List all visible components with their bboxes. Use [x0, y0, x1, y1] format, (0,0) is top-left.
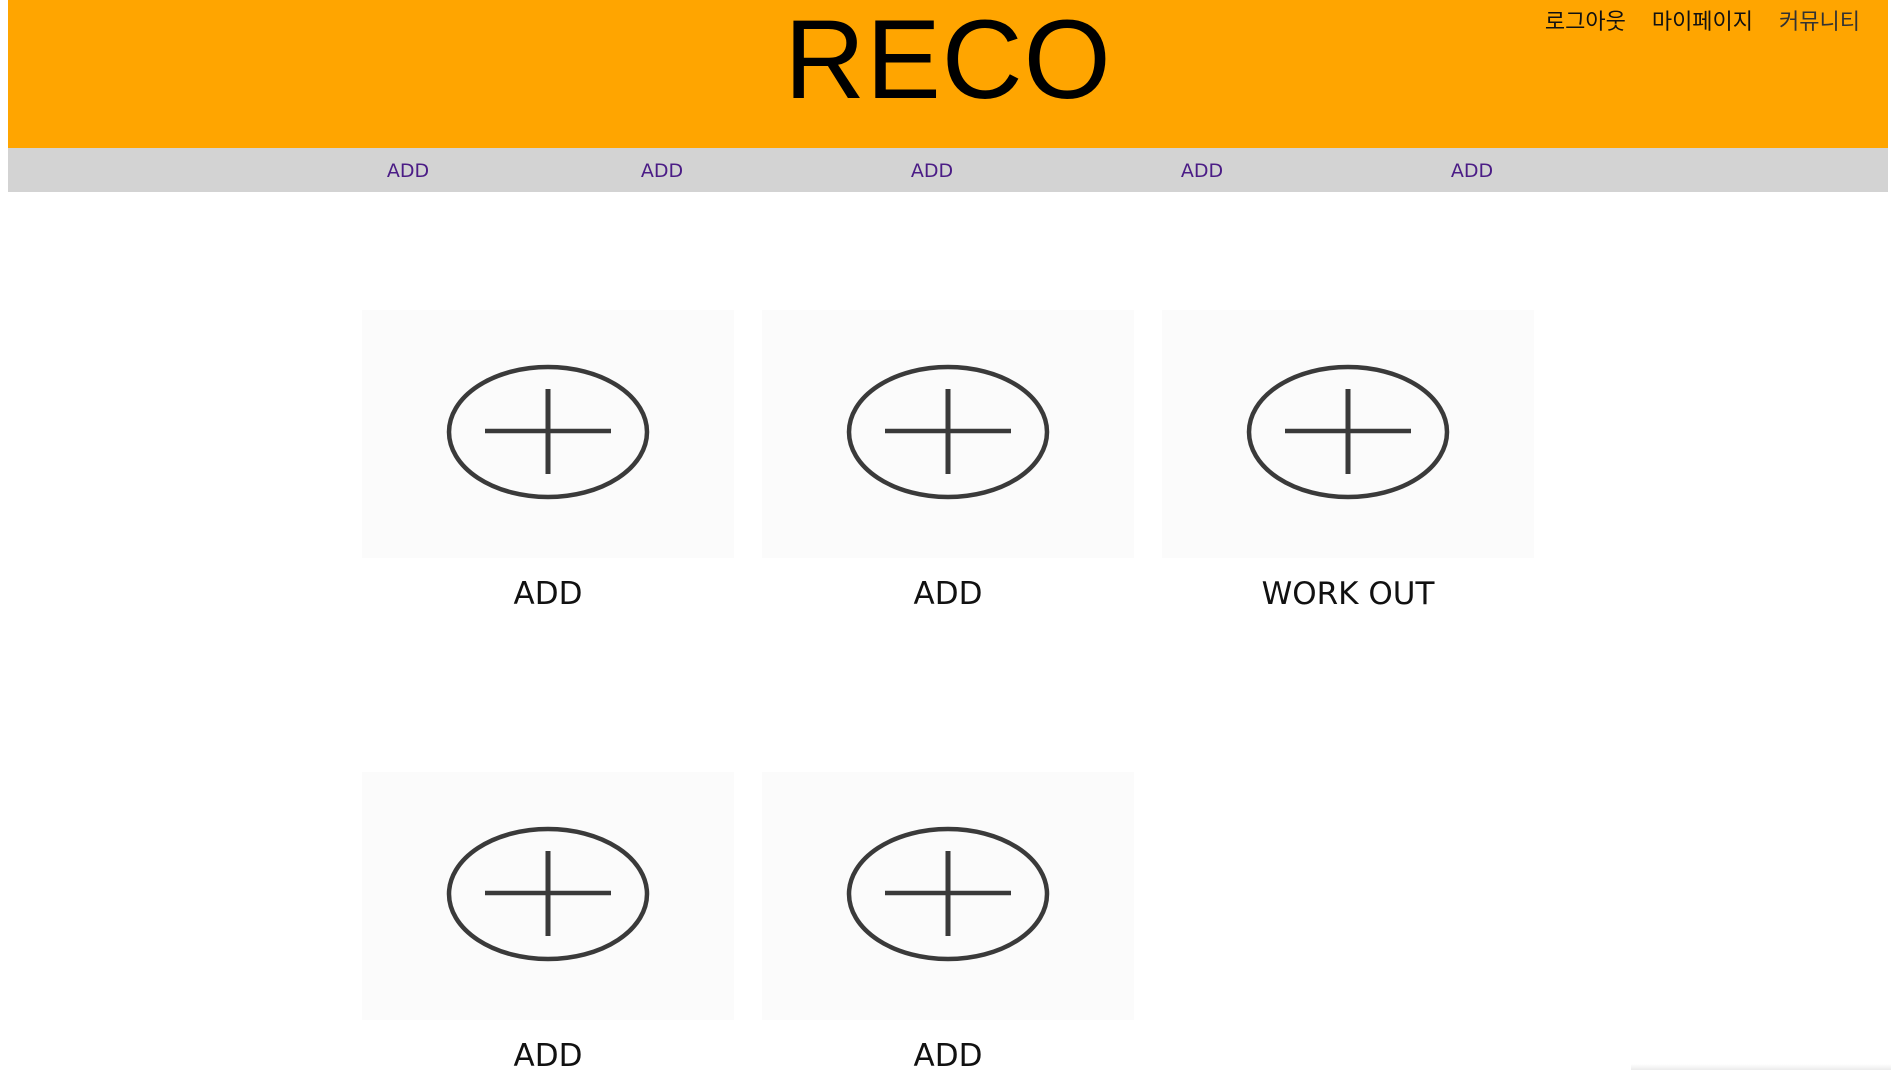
logout-link[interactable]: 로그아웃 — [1545, 10, 1626, 36]
nav-item-1[interactable]: ADD — [387, 148, 429, 192]
user-menu: 로그아웃 마이페이지 커뮤니티 — [1545, 10, 1860, 36]
plus-circle-icon — [1246, 364, 1450, 500]
card-image[interactable] — [762, 772, 1134, 1020]
plus-circle-icon — [446, 364, 650, 500]
card-label[interactable]: ADD — [762, 574, 1134, 614]
card-5[interactable]: ADD — [762, 772, 1134, 1070]
card-3[interactable]: WORK OUT — [1162, 310, 1534, 620]
nav-item-5[interactable]: ADD — [1451, 148, 1493, 192]
card-image[interactable] — [762, 310, 1134, 558]
card-image[interactable] — [362, 772, 734, 1020]
header: RECO 로그아웃 마이페이지 커뮤니티 — [8, 0, 1888, 148]
card-2[interactable]: ADD — [762, 310, 1134, 620]
card-image[interactable] — [1162, 310, 1534, 558]
plus-circle-icon — [846, 364, 1050, 500]
card-label[interactable]: ADD — [362, 1036, 734, 1070]
nav-item-2[interactable]: ADD — [641, 148, 683, 192]
mypage-link[interactable]: 마이페이지 — [1652, 10, 1753, 36]
nav-item-4[interactable]: ADD — [1181, 148, 1223, 192]
card-label[interactable]: WORK OUT — [1162, 574, 1534, 614]
page: RECO 로그아웃 마이페이지 커뮤니티 ADD ADD ADD ADD ADD… — [0, 0, 1891, 1070]
main-nav: ADD ADD ADD ADD ADD — [8, 148, 1888, 192]
plus-circle-icon — [846, 826, 1050, 962]
card-label[interactable]: ADD — [362, 574, 734, 614]
card-1[interactable]: ADD — [362, 310, 734, 620]
card-label[interactable]: ADD — [762, 1036, 1134, 1070]
card-4[interactable]: ADD — [362, 772, 734, 1070]
scroll-shadow — [1631, 1064, 1891, 1070]
nav-item-3[interactable]: ADD — [911, 148, 953, 192]
plus-circle-icon — [446, 826, 650, 962]
card-image[interactable] — [362, 310, 734, 558]
community-link[interactable]: 커뮤니티 — [1779, 10, 1860, 36]
